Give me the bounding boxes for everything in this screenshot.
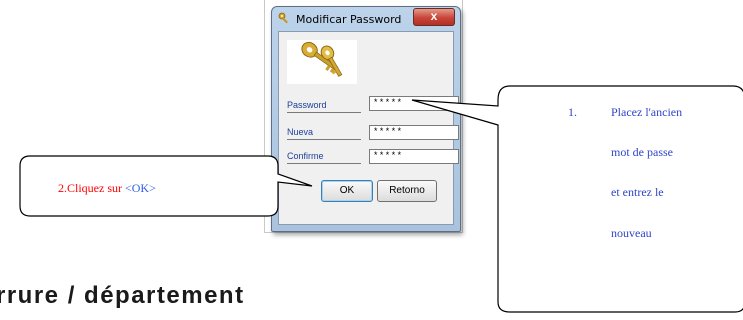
section-heading: rrure / département <box>0 282 245 309</box>
callout-right-line-1: Placez l'ancien <box>611 105 683 119</box>
callouts-layer <box>19 85 743 313</box>
callout-right-line-3: et entrez le <box>611 185 664 199</box>
callout-left-ok-token: <OK> <box>125 181 156 195</box>
callout-right-line-4: nouveau <box>611 226 652 240</box>
callout-right-line-2: mot de passe <box>611 145 673 159</box>
callout-left-instruction: 2.Cliquez sur <box>58 181 125 195</box>
callout-right-number: 1. <box>568 105 577 119</box>
callout-left-text: 2.Cliquez sur <OK> <box>58 181 156 196</box>
